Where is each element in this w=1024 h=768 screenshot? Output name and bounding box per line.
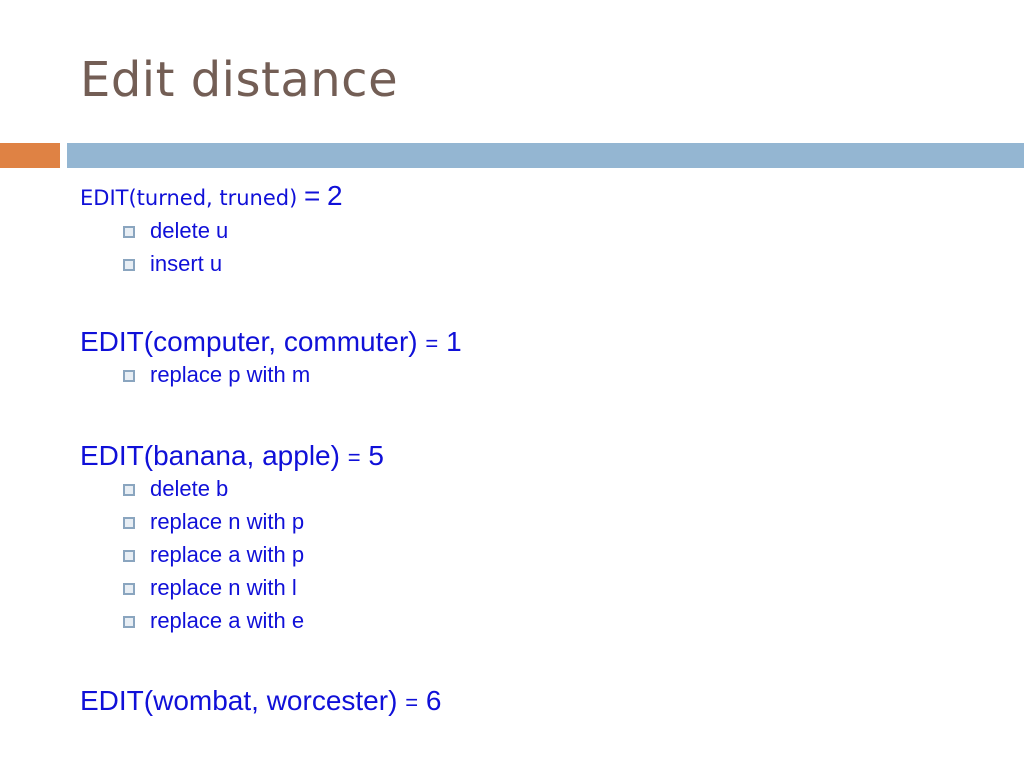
step-text: delete b	[150, 476, 229, 501]
step-text: replace n with l	[150, 575, 297, 600]
square-bullet-icon	[123, 259, 135, 271]
step-text: replace a with e	[150, 608, 305, 633]
square-bullet-icon	[123, 583, 135, 595]
square-bullet-icon	[123, 616, 135, 628]
step-text: delete u	[150, 218, 229, 243]
step-text: replace a with p	[150, 542, 305, 567]
example-heading: EDIT(turned, truned) = 2	[80, 180, 343, 212]
step-text: replace p with m	[150, 362, 311, 387]
step-text: replace n with p	[150, 509, 305, 534]
example-value: 5	[368, 440, 384, 471]
example-computer: EDIT(computer, commuter) = 1 replace p w…	[80, 326, 462, 391]
list-item: replace a with p	[80, 538, 384, 571]
example-value: 6	[425, 685, 442, 716]
example-label: EDIT(computer, commuter)	[80, 326, 418, 357]
equals-sign: =	[405, 690, 419, 715]
square-bullet-icon	[123, 370, 135, 382]
list-item: delete u	[80, 214, 343, 247]
list-item: delete b	[80, 472, 384, 505]
square-bullet-icon	[123, 550, 135, 562]
example-value: 1	[446, 326, 462, 357]
list-item: replace n with p	[80, 505, 384, 538]
square-bullet-icon	[123, 226, 135, 238]
list-item: replace n with l	[80, 571, 384, 604]
example-label: EDIT(wombat, worcester)	[80, 685, 398, 716]
example-label: EDIT(banana, apple)	[80, 440, 340, 471]
accent-bar-orange	[0, 143, 60, 168]
equals-sign: =	[425, 331, 439, 356]
list-item: replace p with m	[80, 358, 462, 391]
equals-sign: =	[347, 445, 361, 470]
example-label: EDIT(turned, truned)	[80, 186, 298, 210]
list-item: insert u	[80, 247, 343, 280]
square-bullet-icon	[123, 484, 135, 496]
example-heading: EDIT(computer, commuter) = 1	[80, 326, 462, 358]
step-text: insert u	[150, 251, 223, 276]
slide-title: Edit distance	[80, 52, 399, 108]
example-banana: EDIT(banana, apple) = 5 delete b replace…	[80, 440, 384, 637]
accent-bar-blue	[67, 143, 1024, 168]
example-wombat: EDIT(wombat, worcester) = 6	[80, 685, 441, 717]
square-bullet-icon	[123, 517, 135, 529]
equals-sign: =	[304, 180, 321, 211]
example-turned: EDIT(turned, truned) = 2 delete u insert…	[80, 180, 343, 280]
example-value: 2	[327, 180, 343, 211]
list-item: replace a with e	[80, 604, 384, 637]
example-heading: EDIT(banana, apple) = 5	[80, 440, 384, 472]
example-heading: EDIT(wombat, worcester) = 6	[80, 685, 441, 717]
